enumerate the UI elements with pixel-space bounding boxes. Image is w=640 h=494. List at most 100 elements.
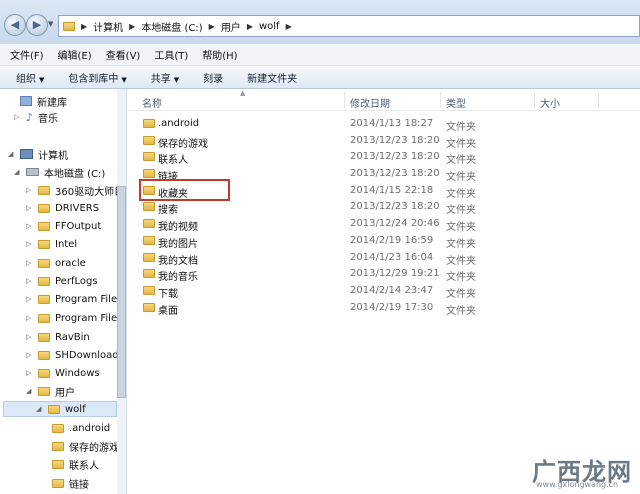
folder-icon	[143, 119, 155, 128]
folder-icon	[52, 478, 64, 488]
sidebar-item-folder[interactable]: ▷ Program Files	[26, 291, 122, 307]
share-button[interactable]: 共享 ▼	[151, 70, 179, 85]
sidebar-item-folder[interactable]: ▷ SHDownload	[26, 347, 119, 363]
organize-button[interactable]: 组织 ▼	[16, 70, 44, 85]
column-size[interactable]: 大小	[540, 95, 560, 110]
file-row[interactable]: 保存的游戏 2013/12/23 18:20 文件夹	[128, 133, 640, 150]
breadcrumb-drive[interactable]: 本地磁盘 (C:)	[141, 19, 202, 34]
menu-tools[interactable]: 工具(T)	[154, 47, 188, 62]
menu-view[interactable]: 查看(V)	[106, 47, 141, 62]
folder-icon	[52, 441, 64, 451]
sort-indicator-icon: ▲	[240, 89, 246, 97]
sidebar-item-wolf-selected[interactable]: ◢ wolf	[3, 401, 117, 417]
breadcrumb-computer[interactable]: 计算机	[93, 19, 123, 34]
music-icon: ♪	[26, 110, 34, 124]
chevron-right-icon[interactable]: ▶	[209, 22, 215, 31]
column-date-modified[interactable]: 修改日期	[350, 95, 390, 110]
recent-pages-dropdown[interactable]: ▼	[48, 20, 56, 30]
collapse-arrow-icon[interactable]: ◢	[26, 387, 34, 395]
sidebar-item-folder[interactable]: .android	[52, 420, 110, 436]
menu-bar: 文件(F) 编辑(E) 查看(V) 工具(T) 帮助(H)	[0, 44, 640, 66]
sidebar-item-computer[interactable]: ◢ 计算机	[8, 146, 68, 162]
file-row[interactable]: 我的音乐 2013/12/29 19:21 文件夹	[128, 266, 640, 283]
chevron-right-icon[interactable]: ▶	[247, 22, 253, 31]
file-row[interactable]: 我的图片 2014/2/19 16:59 文件夹	[128, 233, 640, 250]
column-name[interactable]: 名称	[142, 95, 162, 110]
column-divider[interactable]	[598, 92, 599, 108]
collapse-arrow-icon[interactable]: ◢	[8, 150, 16, 158]
expand-arrow-icon[interactable]: ▷	[26, 277, 34, 285]
videos-icon	[143, 219, 155, 228]
new-folder-button[interactable]: 新建文件夹	[247, 70, 297, 85]
burn-button[interactable]: 刻录	[203, 70, 223, 85]
folder-icon	[38, 386, 50, 396]
sidebar-item-folder[interactable]: ▷ oracle	[26, 255, 86, 271]
sidebar-item-folder[interactable]: ▷ PerfLogs	[26, 273, 98, 289]
back-button[interactable]: ◀	[4, 14, 26, 36]
file-row[interactable]: 桌面 2014/2/19 17:30 文件夹	[128, 300, 640, 317]
menu-file[interactable]: 文件(F)	[10, 47, 44, 62]
sidebar-item-users[interactable]: ◢ 用户	[26, 383, 75, 399]
user-folder-icon	[48, 404, 60, 414]
file-row[interactable]: 搜索 2013/12/23 18:20 文件夹	[128, 199, 640, 216]
file-row[interactable]: 联系人 2013/12/23 18:20 文件夹	[128, 149, 640, 166]
sidebar-item-folder[interactable]: ▷ DRIVERS	[26, 200, 99, 216]
forward-button[interactable]: ▶	[26, 14, 48, 36]
chevron-right-icon[interactable]: ▶	[286, 22, 292, 31]
sidebar-item-folder[interactable]: 保存的游戏	[52, 438, 119, 454]
breadcrumb-wolf[interactable]: wolf	[259, 21, 280, 32]
column-divider[interactable]	[440, 92, 441, 108]
sidebar-item-folder[interactable]: ▷ Intel	[26, 236, 77, 252]
sidebar-item-music[interactable]: ▷ ♪ 音乐	[14, 109, 58, 125]
sidebar-item-folder[interactable]: ▷ FFOutput	[26, 218, 101, 234]
folder-icon	[52, 459, 64, 469]
sidebar-item-folder[interactable]: 链接	[52, 475, 89, 491]
expand-arrow-icon[interactable]: ▷	[26, 240, 34, 248]
address-input[interactable]: ▶ 计算机 ▶ 本地磁盘 (C:) ▶ 用户 ▶ wolf ▶	[58, 15, 640, 37]
collapse-arrow-icon[interactable]: ◢	[36, 405, 44, 413]
menu-help[interactable]: 帮助(H)	[202, 47, 237, 62]
folder-icon	[38, 313, 50, 323]
file-row[interactable]: 我的视频 2013/12/24 20:46 文件夹	[128, 216, 640, 233]
column-divider[interactable]	[344, 92, 345, 108]
folder-icon	[63, 21, 75, 31]
nav-scrollbar-thumb[interactable]	[117, 186, 126, 398]
file-row[interactable]: 下载 2014/2/14 23:47 文件夹	[128, 283, 640, 300]
expand-arrow-icon[interactable]: ▷	[26, 259, 34, 267]
sidebar-item-local-disk[interactable]: ◢ 本地磁盘 (C:)	[14, 164, 105, 180]
expand-arrow-icon[interactable]: ▷	[26, 295, 34, 303]
breadcrumb-users[interactable]: 用户	[221, 19, 241, 34]
sidebar-item-folder[interactable]: ▷ 360驱动大师目	[26, 182, 124, 198]
chevron-right-icon[interactable]: ▶	[129, 22, 135, 31]
downloads-icon	[143, 286, 155, 295]
sidebar-item-folder[interactable]: ▷ RavBin	[26, 329, 90, 345]
column-divider[interactable]	[534, 92, 535, 108]
collapse-arrow-icon[interactable]: ◢	[14, 168, 22, 176]
arrow-right-icon: ▶	[32, 18, 42, 31]
expand-arrow-icon[interactable]: ▷	[26, 369, 34, 377]
expand-arrow-icon[interactable]: ▷	[26, 351, 34, 359]
expand-arrow-icon[interactable]: ▷	[26, 333, 34, 341]
expand-arrow-icon[interactable]: ▷	[26, 186, 34, 194]
annotation-highlight-box	[139, 179, 230, 201]
sidebar-item-new-library[interactable]: 新建库	[20, 93, 67, 109]
pictures-icon	[143, 236, 155, 245]
file-row[interactable]: 我的文档 2014/1/23 16:04 文件夹	[128, 250, 640, 267]
sidebar-item-folder[interactable]: ▷ Program Files	[26, 310, 122, 326]
sidebar-item-folder[interactable]: ▷ Windows	[26, 365, 100, 381]
expand-arrow-icon[interactable]: ▷	[26, 204, 34, 212]
folder-icon	[52, 423, 64, 433]
sidebar-item-folder[interactable]: 联系人	[52, 456, 99, 472]
expand-arrow-icon[interactable]: ▷	[26, 222, 34, 230]
column-type[interactable]: 类型	[446, 95, 466, 110]
chevron-right-icon[interactable]: ▶	[81, 22, 87, 31]
desktop-icon	[143, 303, 155, 312]
file-row[interactable]: .android 2014/1/13 18:27 文件夹	[128, 116, 640, 133]
include-in-library-button[interactable]: 包含到库中 ▼	[68, 70, 126, 85]
expand-arrow-icon[interactable]: ▷	[14, 113, 22, 121]
expand-arrow-icon[interactable]: ▷	[26, 314, 34, 322]
menu-edit[interactable]: 编辑(E)	[58, 47, 92, 62]
navigation-pane[interactable]: 新建库 ▷ ♪ 音乐 ◢ 计算机 ◢ 本地磁盘 (C:) ▷ 360驱动大师目 ▷…	[0, 89, 127, 494]
command-bar: 组织 ▼ 包含到库中 ▼ 共享 ▼ 刻录 新建文件夹	[0, 66, 640, 89]
library-icon	[20, 96, 32, 106]
